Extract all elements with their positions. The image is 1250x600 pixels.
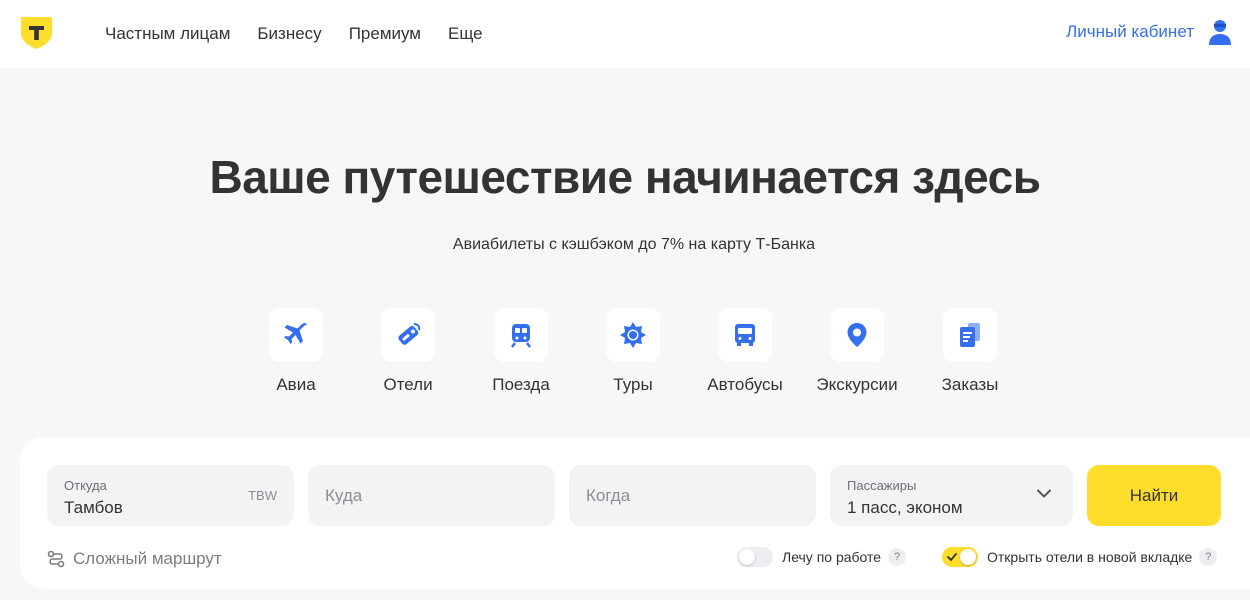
from-field[interactable]: Откуда Тамбов TBW: [47, 465, 294, 526]
category-label: Автобусы: [707, 375, 783, 394]
open-hotels-switch[interactable]: [942, 547, 978, 567]
route-icon: [47, 550, 65, 568]
category-orders[interactable]: Заказы: [914, 308, 1026, 395]
airplane-icon: [284, 323, 307, 344]
category-hotels[interactable]: Отели: [352, 308, 464, 395]
business-trip-switch[interactable]: [737, 547, 773, 567]
business-trip-help-icon[interactable]: ?: [888, 548, 907, 566]
category-label: Поезда: [492, 375, 550, 394]
category-label: Туры: [613, 375, 653, 394]
category-tile[interactable]: [494, 308, 548, 362]
complex-route-label[interactable]: Сложный маршрут: [73, 549, 222, 569]
main-nav: Частным лицам Бизнесу Премиум Еще: [105, 0, 510, 68]
tickets-icon: [960, 323, 980, 347]
category-label: Экскурсии: [816, 375, 898, 394]
category-tile[interactable]: [718, 308, 772, 362]
passengers-value[interactable]: 1 пасс, эконом: [847, 498, 963, 518]
category-trains[interactable]: Поезда: [465, 308, 577, 395]
category-avia[interactable]: Авиа: [240, 308, 352, 395]
business-trip-label[interactable]: Лечу по работе: [782, 549, 881, 565]
date-placeholder[interactable]: Когда: [586, 486, 630, 506]
category-tile[interactable]: [830, 308, 884, 362]
open-hotels-toggle-row: Открыть отели в новой вкладке ?: [942, 547, 1218, 567]
chevron-down-icon[interactable]: [1037, 489, 1051, 498]
category-tile[interactable]: [943, 308, 997, 362]
open-hotels-help-icon[interactable]: ?: [1199, 548, 1218, 566]
nav-private[interactable]: Частным лицам: [105, 24, 230, 44]
from-label: Откуда: [64, 478, 107, 493]
bus-icon: [735, 324, 755, 346]
to-placeholder[interactable]: Куда: [325, 486, 362, 506]
category-label: Авиа: [276, 375, 316, 394]
category-tours[interactable]: Туры: [577, 308, 689, 395]
category-tile[interactable]: [606, 308, 660, 362]
category-excursions[interactable]: Экскурсии: [801, 308, 913, 395]
category-label: Заказы: [941, 375, 999, 394]
category-buses[interactable]: Автобусы: [689, 308, 801, 395]
category-label: Отели: [383, 375, 433, 394]
nav-more[interactable]: Еще: [448, 24, 483, 44]
from-value[interactable]: Тамбов: [64, 498, 123, 518]
search-panel: Откуда Тамбов TBW Куда Когда Пассажиры 1…: [20, 437, 1250, 589]
category-tile[interactable]: [381, 308, 435, 362]
nav-business[interactable]: Бизнесу: [257, 24, 321, 44]
sun-icon: [620, 322, 646, 348]
page-subtitle: Авиабилеты с кэшбэком до 7% на карту Т-Б…: [452, 236, 816, 253]
date-field[interactable]: Когда: [569, 465, 816, 526]
nav-premium[interactable]: Премиум: [349, 24, 421, 44]
map-pin-icon: [847, 323, 867, 347]
passengers-select[interactable]: Пассажиры 1 пасс, эконом: [830, 465, 1073, 526]
hotel-tag-icon: [398, 323, 421, 345]
train-icon: [511, 324, 531, 348]
personal-account-link[interactable]: Личный кабинет: [1066, 22, 1194, 42]
from-airport-code: TBW: [248, 488, 277, 503]
business-trip-toggle-row: Лечу по работе ?: [737, 547, 907, 567]
complex-route-link[interactable]: Сложный маршрут: [47, 549, 222, 569]
top-header: Частным лицам Бизнесу Премиум Еще Личный…: [0, 0, 1250, 68]
passengers-label: Пассажиры: [847, 478, 917, 493]
checkmark-icon: [947, 553, 957, 562]
search-button[interactable]: Найти: [1087, 465, 1221, 526]
open-hotels-label[interactable]: Открыть отели в новой вкладке: [987, 549, 1192, 565]
category-tile[interactable]: [269, 308, 323, 362]
page-title: Ваше путешествие начинается здесь: [209, 151, 1041, 203]
user-avatar-icon[interactable]: [1208, 19, 1232, 45]
to-field[interactable]: Куда: [308, 465, 555, 526]
t-bank-shield-icon[interactable]: [20, 16, 53, 50]
